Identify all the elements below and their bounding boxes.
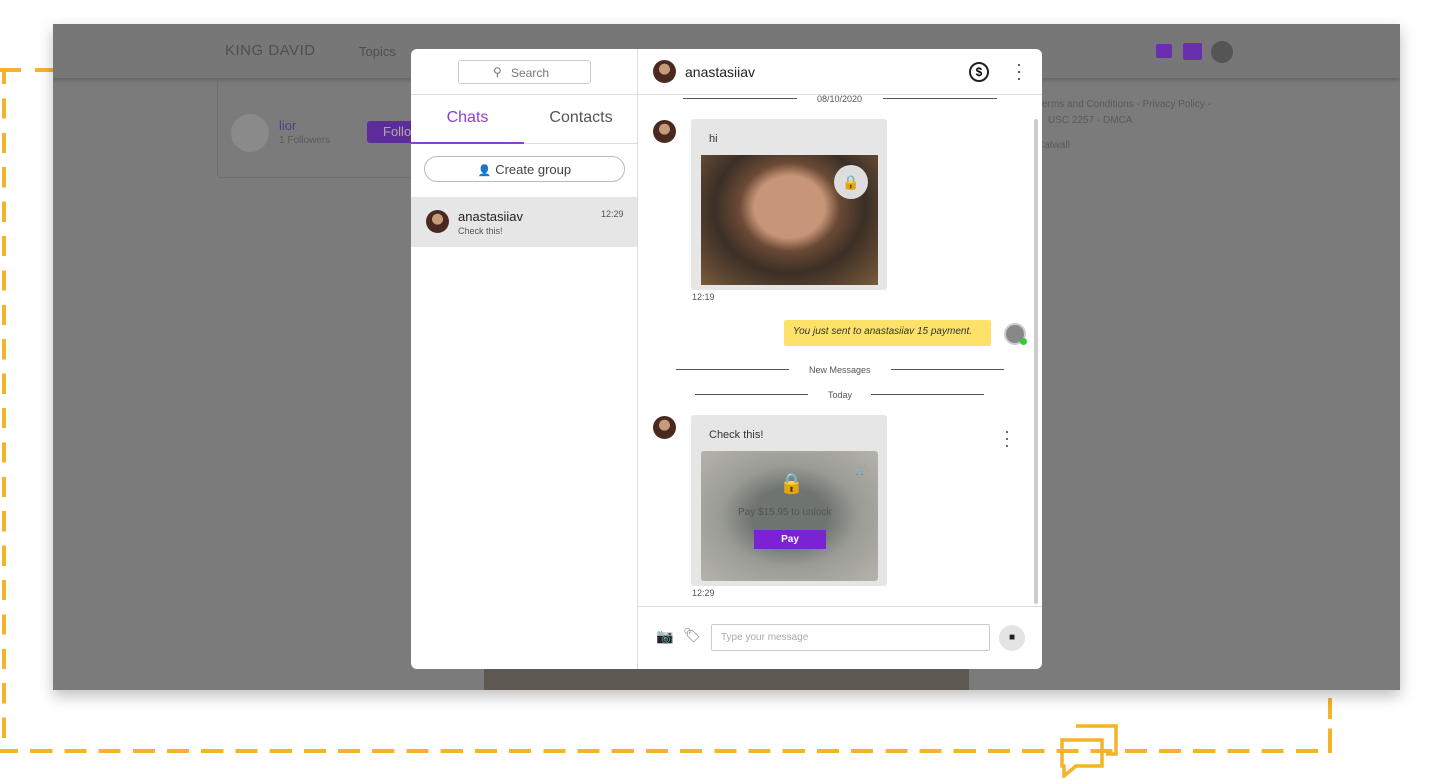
locked-media: 🛒 🔒 Pay $15.95 to unlock Pay [701, 451, 878, 581]
header-avatar[interactable] [653, 60, 676, 83]
user-name[interactable]: lior [279, 118, 296, 133]
conversation-time: 12:29 [601, 209, 624, 219]
payment-bubble: You just sent to anastasiiav 15 payment. [784, 320, 991, 346]
profile-avatar[interactable] [1211, 41, 1233, 63]
header-name[interactable]: anastasiiav [685, 64, 755, 80]
message-bubble: hi 🔒 [691, 119, 887, 290]
frame-top-dash [0, 68, 55, 72]
message-time: 12:29 [692, 588, 715, 598]
sender-avatar [653, 120, 676, 143]
person-icon: 👤 [477, 165, 492, 177]
conversation-preview: Check this! [458, 226, 503, 236]
send-button[interactable]: ■ [999, 625, 1025, 651]
wallet-icon[interactable] [1156, 44, 1172, 58]
create-group-label: Create group [495, 162, 572, 177]
conversations-pane: ⚲ Search Chats Contacts 👤 Create group a… [411, 49, 638, 669]
footer-links[interactable]: Terms and Conditions - Privacy Policy - [1037, 99, 1211, 110]
message-image[interactable]: 🔒 [701, 155, 878, 285]
tab-contacts[interactable]: Contacts [524, 95, 638, 144]
message-input[interactable]: Type your message [711, 624, 990, 651]
conversation-name: anastasiiav [458, 209, 524, 224]
create-group-button[interactable]: 👤 Create group [424, 156, 625, 182]
search-icon: ⚲ [493, 65, 502, 79]
message-options-icon[interactable]: · · · [1004, 422, 1010, 454]
nav-topics[interactable]: Topics [359, 44, 396, 59]
footer-links-2[interactable]: USC 2257 - DMCA [1048, 115, 1132, 126]
lock-icon[interactable]: 🔒 [834, 165, 868, 199]
more-options-icon[interactable]: · · · [1016, 55, 1022, 87]
conversation-item[interactable]: anastasiiav Check this! 12:29 [411, 197, 637, 247]
brand-logo[interactable]: KING DAVID [225, 42, 316, 59]
chat-modal: ⚲ Search Chats Contacts 👤 Create group a… [411, 49, 1042, 669]
frame-bottom-dash [0, 749, 1332, 753]
pay-button[interactable]: Pay [754, 530, 826, 549]
frame-left-dash [2, 68, 6, 753]
cart-icon[interactable]: 🛒 [855, 465, 866, 476]
dollar-icon[interactable]: $ [969, 62, 989, 82]
scrollbar[interactable] [1034, 119, 1038, 604]
follow-button[interactable]: Follow [367, 121, 417, 143]
date-divider: 08/10/2020 [817, 95, 863, 104]
message-text: Check this! [709, 429, 764, 441]
new-messages-divider: New Messages [809, 365, 871, 375]
tab-chats[interactable]: Chats [411, 95, 524, 144]
chat-bubbles-icon [1060, 724, 1118, 778]
online-indicator [1020, 338, 1027, 345]
camera-icon[interactable]: 📷 [656, 628, 673, 645]
message-bubble: Check this! 🛒 🔒 Pay $15.95 to unlock Pay [691, 415, 887, 586]
message-time: 12:19 [692, 292, 715, 302]
search-placeholder: Search [511, 66, 550, 80]
user-followers: 1 Followers [279, 135, 331, 146]
search-input[interactable]: ⚲ Search [458, 60, 591, 84]
user-avatar[interactable] [231, 114, 269, 152]
messages-area: 08/10/2020 hi 🔒 12:19 You just sent to a… [638, 95, 1042, 606]
lock-icon: 🔒 [779, 473, 804, 495]
message-text: hi [709, 133, 718, 145]
frame-right-dash [1328, 698, 1332, 753]
mail-icon[interactable] [1183, 43, 1202, 60]
conversation-pane: anastasiiav $ · · · 08/10/2020 hi 🔒 12:19 … [638, 49, 1042, 669]
pay-to-unlock-text: Pay $15.95 to unlock [738, 507, 832, 518]
conversation-avatar [426, 210, 449, 233]
tag-icon[interactable]: 🏷 [683, 627, 701, 644]
sender-avatar [653, 416, 676, 439]
today-divider: Today [828, 390, 853, 400]
